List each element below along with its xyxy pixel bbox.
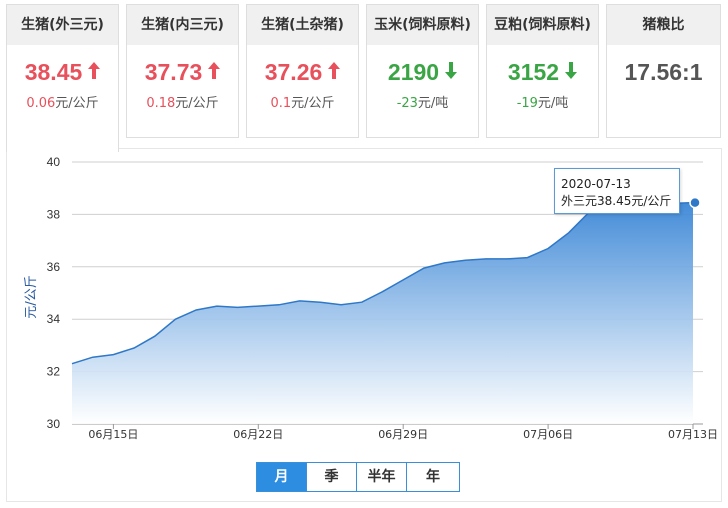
range-month-button[interactable]: 月 [257,463,307,491]
card-title: 生猪(外三元) [7,5,118,45]
card-price: 17.56:1 [607,58,720,86]
card-pig-neisanyuan[interactable]: 生猪(内三元) 37.73 0.18元/公斤 [126,4,239,138]
x-tick-label: 06月15日 [88,428,138,441]
card-corn[interactable]: 玉米(饲料原料) 2190 -23元/吨 [366,4,479,138]
card-price: 3152 [487,58,598,86]
price-cards: 生猪(外三元) 38.45 0.06元/公斤 生猪(内三元) 37.73 0.1… [0,0,728,152]
card-title: 玉米(饲料原料) [367,5,478,45]
price-value: 17.56:1 [624,59,703,85]
arrow-up-icon [88,57,101,85]
x-axis: 06月15日 06月22日 06月29日 07月06日 07月13日 [88,424,718,441]
range-quarter-button[interactable]: 季 [307,463,357,491]
card-price: 37.73 [127,58,238,86]
change-unit: 元/公斤 [55,96,99,111]
price-value: 3152 [507,59,560,85]
y-tick-label: 32 [47,365,61,379]
card-change: 0.06元/公斤 [7,92,118,111]
x-tick-label: 06月22日 [233,428,283,441]
price-value: 2190 [387,59,440,85]
x-tick-label: 06月29日 [378,428,428,441]
range-selector: 月 季 半年 年 [256,462,460,492]
change-amount: -19 [516,96,538,111]
price-value: 37.73 [144,59,203,85]
card-title: 生猪(土杂猪) [247,5,358,45]
change-unit: 元/吨 [537,96,569,111]
change-amount: 0.06 [26,96,56,111]
card-pig-tuzazhu[interactable]: 生猪(土杂猪) 37.26 0.1元/公斤 [246,4,359,138]
change-amount: -23 [396,96,418,111]
card-change: 0.18元/公斤 [127,92,238,111]
y-tick-label: 34 [47,312,61,326]
card-price: 38.45 [7,58,118,86]
price-value: 37.26 [264,59,323,85]
area-fill [72,202,693,424]
x-tick-label: 07月13日 [668,428,718,441]
tooltip-text: 外三元38.45元/公斤 [561,194,672,208]
card-change: -23元/吨 [367,92,478,111]
highlight-point[interactable] [689,196,701,209]
y-tick-label: 36 [47,260,61,274]
tooltip-date: 2020-07-13 [561,177,631,191]
range-year-button[interactable]: 年 [407,463,459,491]
card-price: 2190 [367,58,478,86]
change-unit: 元/公斤 [175,96,219,111]
y-tick-label: 40 [47,155,61,169]
card-title: 豆粕(饲料原料) [487,5,598,45]
range-half-year-button[interactable]: 半年 [357,463,407,491]
arrow-down-icon [445,57,458,85]
card-soymeal[interactable]: 豆粕(饲料原料) 3152 -19元/吨 [486,4,599,138]
card-pig-grain-ratio[interactable]: 猪粮比 17.56:1 [606,4,721,138]
card-change: -19元/吨 [487,92,598,111]
price-value: 38.45 [24,59,83,85]
chart-tooltip: 2020-07-13 外三元38.45元/公斤 [554,168,680,214]
card-change: 0.1元/公斤 [247,92,358,111]
card-title: 猪粮比 [607,5,720,45]
change-amount: 0.1 [270,96,292,111]
arrow-up-icon [328,57,341,85]
arrow-up-icon [208,57,221,85]
y-tick-label: 38 [47,207,61,221]
x-tick-label: 07月06日 [523,428,573,441]
change-unit: 元/吨 [417,96,449,111]
y-axis: 30 32 34 36 38 40 [47,155,61,431]
card-pig-waisanyuan[interactable]: 生猪(外三元) 38.45 0.06元/公斤 [6,4,119,152]
arrow-down-icon [565,57,578,85]
y-tick-label: 30 [47,417,61,431]
change-amount: 0.18 [146,96,176,111]
card-title: 生猪(内三元) [127,5,238,45]
y-axis-label: 元/公斤 [24,275,39,318]
area-layer [71,196,701,424]
card-price: 37.26 [247,58,358,86]
change-unit: 元/公斤 [291,96,335,111]
